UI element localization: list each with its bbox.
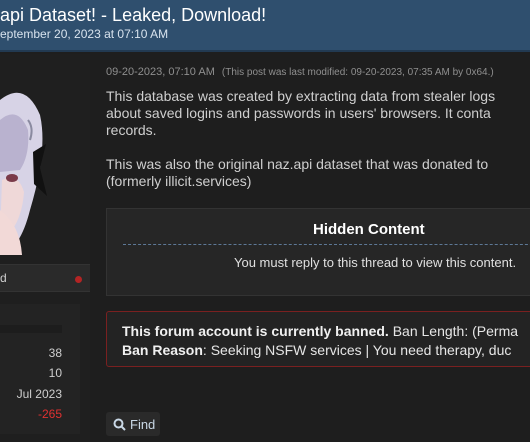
stat-reputation: -265 — [37, 407, 62, 421]
post-modified-note: (This post was last modified: 09-20-2023… — [221, 67, 494, 78]
ban-notice-heading: This forum account is currently banned. — [122, 323, 389, 339]
ban-length-line: This forum account is currently banned. … — [122, 323, 518, 339]
stats-divider — [0, 325, 62, 333]
thread-header: api Dataset! - Leaked, Download! eptembe… — [0, 0, 530, 52]
post-body-line: (formerly illicit.services) — [106, 173, 252, 189]
stat-threads: 10 — [48, 366, 62, 380]
post-body-line: This database was created by extracting … — [106, 88, 496, 104]
offline-status-dot — [75, 276, 82, 283]
thread-date: eptember 20, 2023 at 07:10 AM — [0, 27, 169, 41]
find-button-label: Find — [130, 417, 156, 432]
post-body-line: This was also the original naz.api datas… — [106, 156, 489, 172]
post-content: 09-20-2023, 07:10 AM (This post was last… — [90, 54, 530, 442]
hidden-content-message: You must reply to this thread to view th… — [234, 255, 517, 270]
ban-reason-line: Ban Reason: Seeking NSFW services | You … — [122, 342, 511, 358]
post-body-line: about saved logins and passwords in user… — [106, 105, 491, 121]
ban-length-text: Ban Length: (Perma — [388, 323, 519, 339]
hidden-content-box: Hidden Content You must reply to this th… — [106, 208, 530, 296]
ban-reason-label: Ban Reason — [122, 342, 203, 358]
thread-title: api Dataset! - Leaked, Download! — [0, 5, 267, 25]
stat-posts: 38 — [48, 346, 62, 360]
post-author-sidebar: d 38 10 Jul 2023 -265 — [0, 54, 90, 442]
username-strip: d — [0, 264, 90, 292]
ban-notice: This forum account is currently banned. … — [106, 311, 530, 367]
post-timestamp: 09-20-2023, 07:10 AM — [106, 66, 215, 78]
ban-reason-text: : Seeking NSFW services | You need thera… — [202, 342, 512, 358]
search-icon — [113, 418, 126, 431]
user-status-text: d — [0, 271, 7, 285]
hidden-content-divider — [123, 244, 530, 245]
post-meta: 09-20-2023, 07:10 AM (This post was last… — [106, 66, 494, 78]
hidden-content-title: Hidden Content — [313, 221, 425, 238]
user-stats: 38 10 Jul 2023 -265 — [0, 304, 80, 434]
stat-joined: Jul 2023 — [16, 387, 62, 401]
post-body: This database was created by extracting … — [106, 88, 530, 190]
find-button[interactable]: Find — [106, 412, 160, 436]
post-body-line: records. — [106, 122, 157, 138]
